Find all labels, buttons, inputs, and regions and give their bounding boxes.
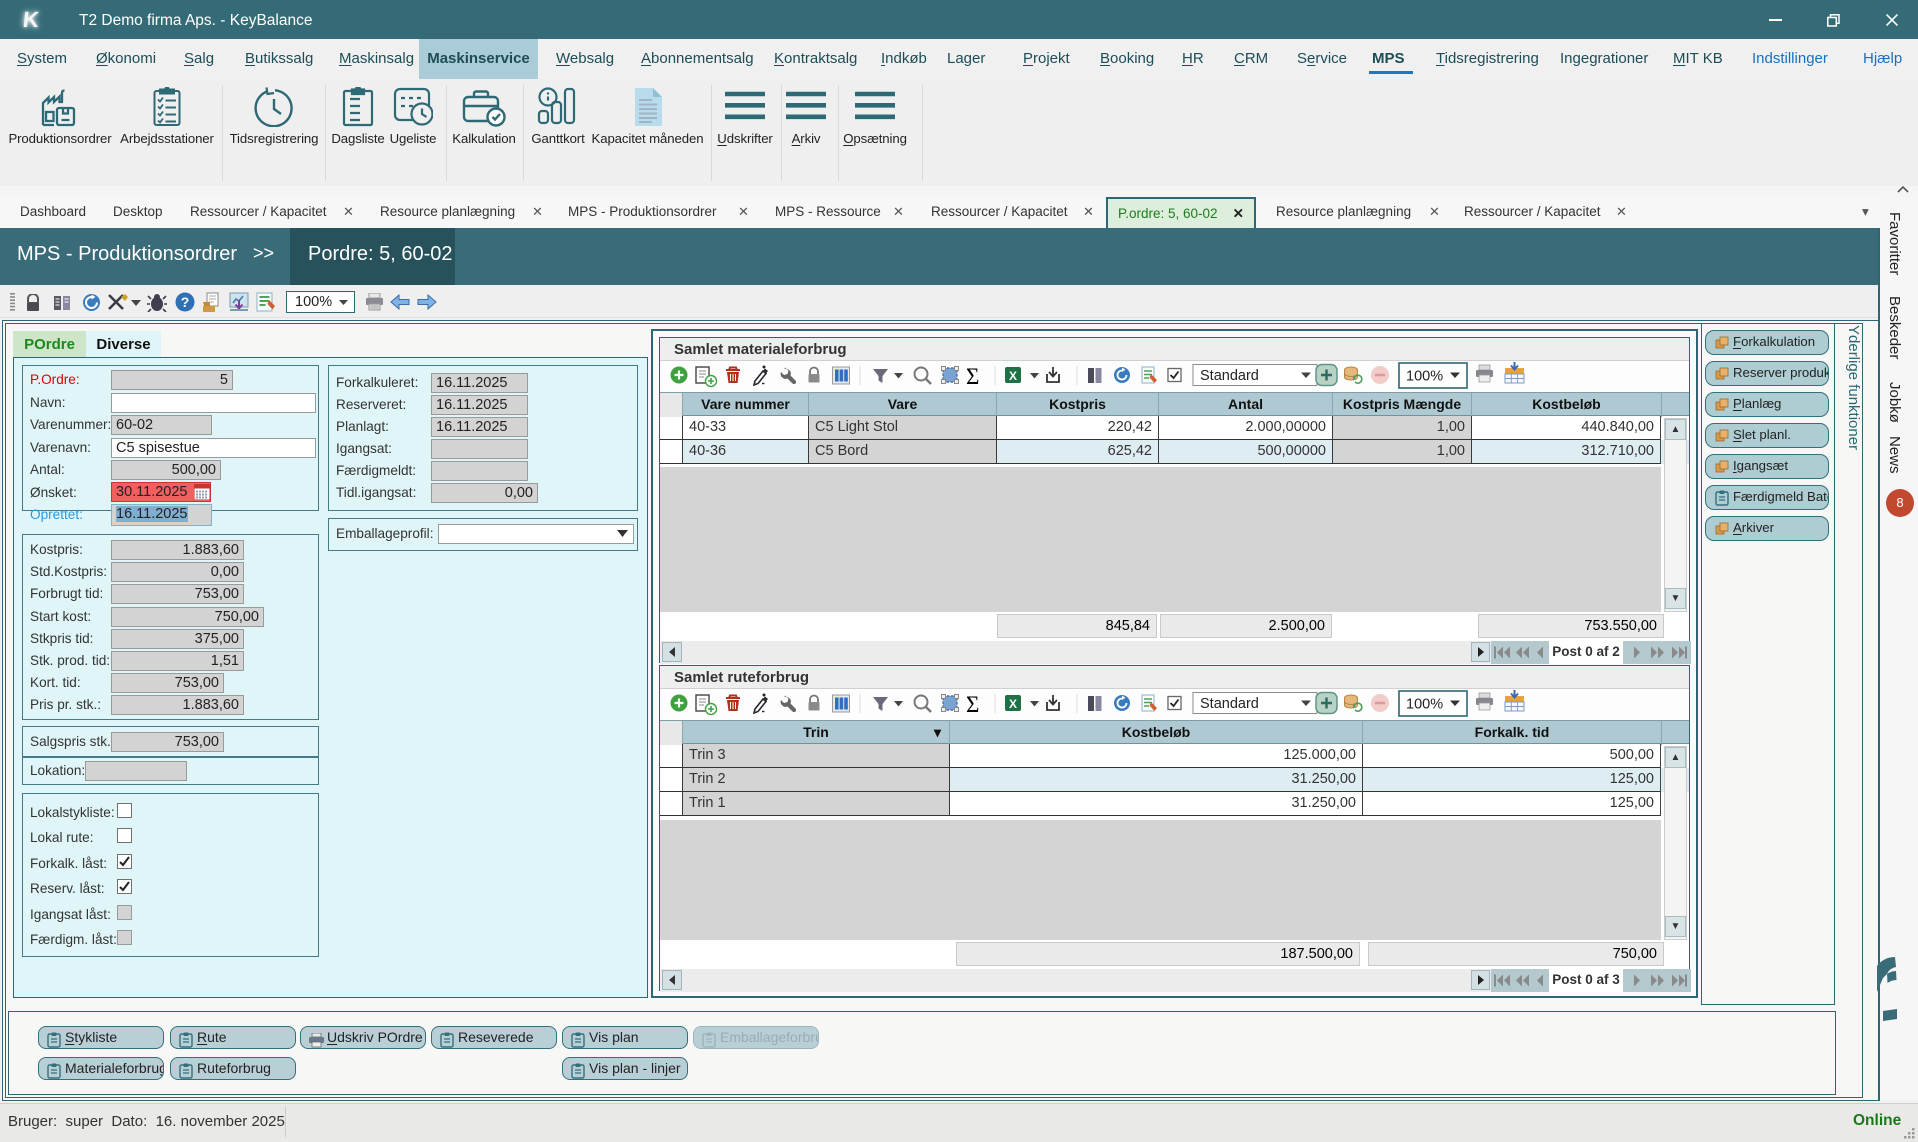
svg-text:?: ? (181, 294, 190, 310)
